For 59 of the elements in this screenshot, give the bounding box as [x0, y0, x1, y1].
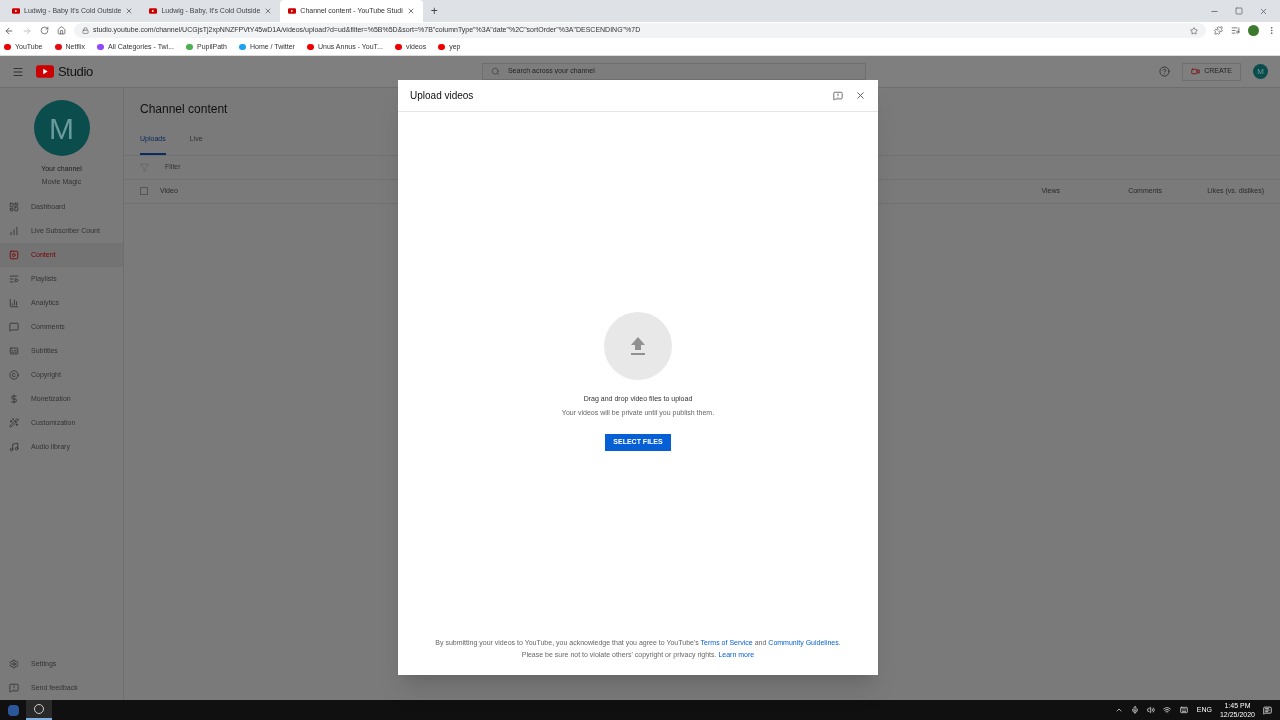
- bookmark-favicon-icon: [96, 44, 104, 50]
- music-icon: [9, 442, 19, 452]
- bar-chart-icon: [9, 298, 19, 308]
- notifications-icon[interactable]: [1263, 705, 1272, 715]
- settings-icon: [9, 659, 19, 669]
- youtube-icon: [149, 8, 158, 14]
- close-icon[interactable]: [125, 7, 134, 15]
- menu-icon[interactable]: [12, 65, 24, 78]
- close-icon[interactable]: [264, 7, 273, 15]
- new-tab-button[interactable]: +: [422, 0, 446, 22]
- list-icon: [9, 274, 19, 284]
- signal-bars-icon: [9, 226, 19, 236]
- back-icon[interactable]: [4, 25, 14, 36]
- bookmark-favicon-icon: [394, 44, 402, 50]
- account-avatar[interactable]: M: [1253, 64, 1268, 79]
- reload-icon[interactable]: [40, 26, 49, 35]
- media-icon[interactable]: [1231, 26, 1240, 35]
- dialog-title: Upload videos: [410, 89, 475, 103]
- video-camera-icon: [1191, 67, 1201, 76]
- maximize-icon[interactable]: [1235, 7, 1243, 15]
- close-icon[interactable]: [406, 7, 415, 15]
- chrome-app-icon[interactable]: [26, 700, 52, 720]
- youtube-icon: [12, 8, 20, 14]
- studio-logo: Studio: [58, 62, 93, 81]
- play-square-icon: [9, 250, 19, 260]
- help-icon[interactable]: [1159, 66, 1171, 77]
- copyright-icon: [9, 370, 19, 380]
- volume-icon[interactable]: [1146, 706, 1155, 714]
- youtube-icon: [288, 8, 297, 14]
- lock-icon: [82, 27, 89, 34]
- close-icon[interactable]: [1259, 6, 1268, 16]
- bookmark-favicon-icon: [306, 44, 314, 50]
- bookmark-favicon-icon: [238, 44, 246, 50]
- microphone-icon[interactable]: [1130, 706, 1139, 714]
- bookmark-favicon-icon: [54, 44, 62, 50]
- tray-expand-icon[interactable]: [1114, 706, 1123, 714]
- select-all-checkbox[interactable]: [140, 187, 148, 195]
- wand-icon: [9, 418, 19, 428]
- dashboard-icon: [9, 202, 19, 212]
- youtube-logo-icon: [36, 65, 54, 78]
- profile-avatar[interactable]: [1248, 25, 1259, 36]
- dollar-icon: [9, 394, 19, 404]
- comment-icon: [9, 322, 19, 332]
- subtitles-icon: [9, 346, 19, 356]
- network-icon[interactable]: [1162, 706, 1171, 714]
- keyboard-icon[interactable]: [1178, 706, 1189, 714]
- bookmark-favicon-icon: [4, 44, 11, 50]
- channel-avatar[interactable]: M: [33, 100, 90, 156]
- page-title: Channel content: [140, 101, 228, 118]
- bookmark-favicon-icon: [186, 44, 193, 50]
- search-icon: [490, 67, 500, 76]
- extensions-icon[interactable]: [1214, 26, 1223, 35]
- feedback-icon: [9, 683, 19, 693]
- bookmark-favicon-icon: [438, 44, 446, 50]
- menu-icon[interactable]: [1267, 26, 1276, 35]
- bookmark-star-icon[interactable]: [1190, 26, 1198, 35]
- home-icon[interactable]: [57, 26, 66, 35]
- close-icon[interactable]: [855, 90, 866, 101]
- feedback-icon[interactable]: [833, 90, 843, 101]
